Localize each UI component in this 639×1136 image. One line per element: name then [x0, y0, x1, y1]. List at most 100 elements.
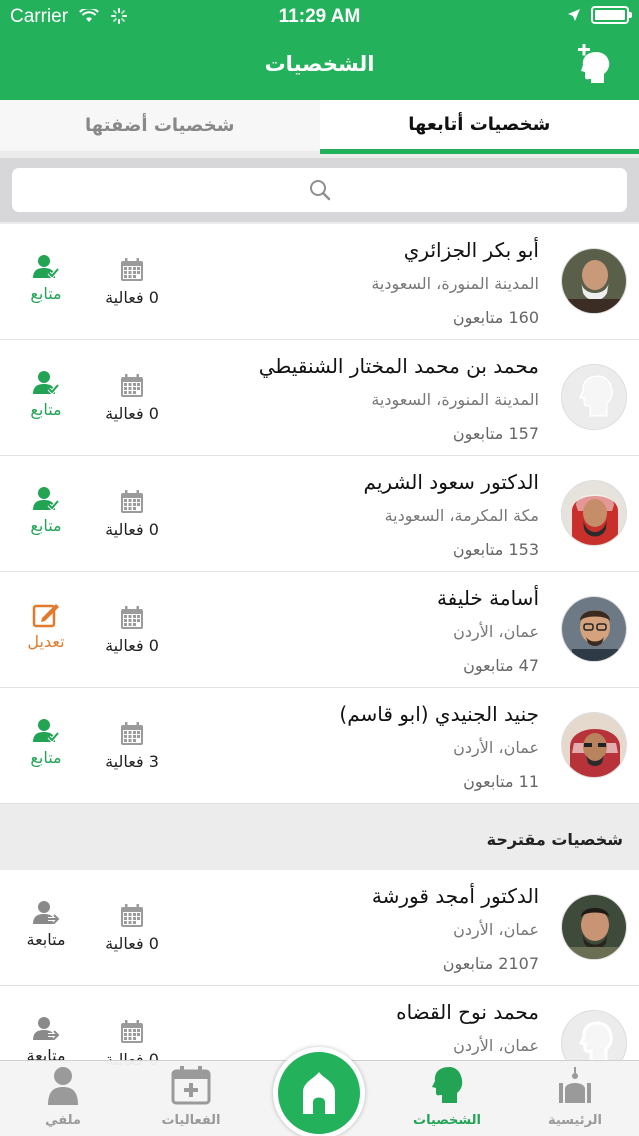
personality-name: محمد بن محمد المختار الشنقيطي — [258, 354, 539, 378]
list-item[interactable]: جنيد الجنيدي (ابو قاسم) عمان، الأردن 11 … — [0, 688, 639, 804]
personality-location: المدينة المنورة، السعودية — [371, 390, 539, 409]
followers-count: 157 متابعون — [452, 424, 539, 443]
search-input[interactable] — [12, 168, 627, 212]
events-count: 0 فعالية — [92, 490, 172, 539]
events-count: 0 فعالية — [92, 606, 172, 655]
follow-button[interactable]: متابعة — [12, 900, 80, 949]
mosque-icon — [303, 1072, 335, 1114]
user-check-icon — [33, 371, 60, 395]
bottom-tab-bar: ملفي الفعاليات الشخصيات الرئيسية — [0, 1047, 639, 1136]
followers-count: 153 متابعون — [452, 540, 539, 559]
calendar-icon — [121, 258, 143, 281]
navigation-bar: Carrier 11:29 AM الشخصيات — [0, 0, 639, 100]
status-right — [567, 6, 632, 24]
search-icon — [309, 180, 330, 201]
mosque-lantern-icon — [559, 1067, 591, 1103]
status-bar: Carrier 11:29 AM — [0, 0, 639, 34]
events-count: 3 فعالية — [92, 722, 172, 771]
center-home-button[interactable] — [273, 1047, 365, 1136]
events-label: 3 فعالية — [105, 752, 159, 771]
calendar-icon — [121, 606, 143, 629]
personality-location: المدينة المنورة، السعودية — [371, 274, 539, 293]
tab-events-label: الفعاليات — [161, 1113, 221, 1128]
followers-count: 160 متابعون — [452, 308, 539, 327]
personalities-list: أبو بكر الجزائري المدينة المنورة، السعود… — [0, 224, 639, 1102]
events-label: 0 فعالية — [105, 520, 159, 539]
segment-tabs: شخصيات أضفتها شخصيات أتابعها — [0, 100, 639, 154]
list-item[interactable]: الدكتور أمجد قورشة عمان، الأردن 2107 متا… — [0, 870, 639, 986]
personality-location: عمان، الأردن — [453, 1036, 539, 1055]
personality-location: عمان، الأردن — [453, 920, 539, 939]
following-label: متابع — [30, 748, 62, 767]
personality-location: مكة المكرمة، السعودية — [384, 506, 539, 525]
personality-name: جنيد الجنيدي (ابو قاسم) — [339, 702, 539, 726]
following-button[interactable]: متابع — [12, 254, 80, 303]
calendar-icon — [121, 904, 143, 927]
page-title: الشخصيات — [264, 52, 375, 76]
user-check-icon — [33, 255, 60, 279]
clock: 11:29 AM — [278, 6, 361, 27]
section-title: شخصيات مقترحة — [486, 830, 623, 849]
events-count: 0 فعالية — [92, 258, 172, 307]
tab-followed-personalities[interactable]: شخصيات أتابعها — [319, 100, 639, 154]
list-item[interactable]: أسامة خليفة عمان، الأردن 47 متابعون 0 فع… — [0, 572, 639, 688]
search-bar-container — [0, 158, 639, 222]
add-personality-icon[interactable] — [574, 44, 614, 84]
events-label: 0 فعالية — [105, 934, 159, 953]
calendar-add-icon — [171, 1066, 211, 1105]
events-label: 0 فعالية — [105, 288, 159, 307]
events-count: 0 فعالية — [92, 374, 172, 423]
personality-name: الدكتور سعود الشريم — [363, 470, 539, 494]
avatar — [561, 480, 627, 546]
tab-home-label: الرئيسية — [547, 1113, 603, 1128]
following-label: متابع — [30, 400, 62, 419]
user-follow-icon — [33, 901, 60, 925]
avatar-placeholder — [561, 364, 627, 430]
personality-name: محمد نوح القضاه — [396, 1000, 539, 1024]
user-follow-icon — [33, 1017, 60, 1041]
follow-label: متابعة — [26, 930, 66, 949]
personality-name: الدكتور أمجد قورشة — [371, 884, 539, 908]
battery-icon — [591, 6, 632, 24]
avatar — [561, 712, 627, 778]
user-check-icon — [33, 719, 60, 743]
calendar-icon — [121, 722, 143, 745]
following-button[interactable]: متابع — [12, 370, 80, 419]
tab-profile[interactable]: ملفي — [8, 1065, 118, 1128]
list-item[interactable]: محمد بن محمد المختار الشنقيطي المدينة ال… — [0, 340, 639, 456]
tab-personalities-label: الشخصيات — [413, 1113, 481, 1128]
edit-icon — [32, 604, 59, 628]
tab-profile-label: ملفي — [45, 1113, 81, 1128]
list-item[interactable]: أبو بكر الجزائري المدينة المنورة، السعود… — [0, 224, 639, 340]
events-label: 0 فعالية — [105, 636, 159, 655]
suggested-section-header: شخصيات مقترحة — [0, 804, 639, 870]
following-label: متابع — [30, 284, 62, 303]
tab-personalities[interactable]: الشخصيات — [392, 1065, 502, 1128]
personality-name: أبو بكر الجزائري — [403, 238, 539, 262]
tab-added-personalities[interactable]: شخصيات أضفتها — [0, 100, 320, 154]
tab-events[interactable]: الفعاليات — [136, 1065, 246, 1128]
avatar — [561, 596, 627, 662]
personality-head-icon — [432, 1067, 463, 1103]
avatar — [561, 894, 627, 960]
location-arrow-icon — [568, 9, 580, 21]
events-count: 0 فعالية — [92, 904, 172, 953]
edit-label: تعديل — [27, 632, 65, 651]
avatar — [561, 248, 627, 314]
list-item[interactable]: الدكتور سعود الشريم مكة المكرمة، السعودي… — [0, 456, 639, 572]
following-label: متابع — [30, 516, 62, 535]
edit-button[interactable]: تعديل — [12, 602, 80, 651]
personality-location: عمان، الأردن — [453, 738, 539, 757]
following-button[interactable]: متابع — [12, 718, 80, 767]
personality-name: أسامة خليفة — [436, 586, 539, 610]
follow-button[interactable]: متابعة — [12, 1016, 80, 1065]
calendar-icon — [121, 490, 143, 513]
followers-count: 47 متابعون — [463, 656, 539, 675]
personality-location: عمان، الأردن — [453, 622, 539, 641]
profile-icon — [48, 1067, 78, 1105]
followers-count: 11 متابعون — [463, 772, 539, 791]
following-button[interactable]: متابع — [12, 486, 80, 535]
tab-home[interactable]: الرئيسية — [520, 1065, 630, 1128]
calendar-icon — [121, 1020, 143, 1043]
followers-count: 2107 متابعون — [442, 954, 539, 973]
